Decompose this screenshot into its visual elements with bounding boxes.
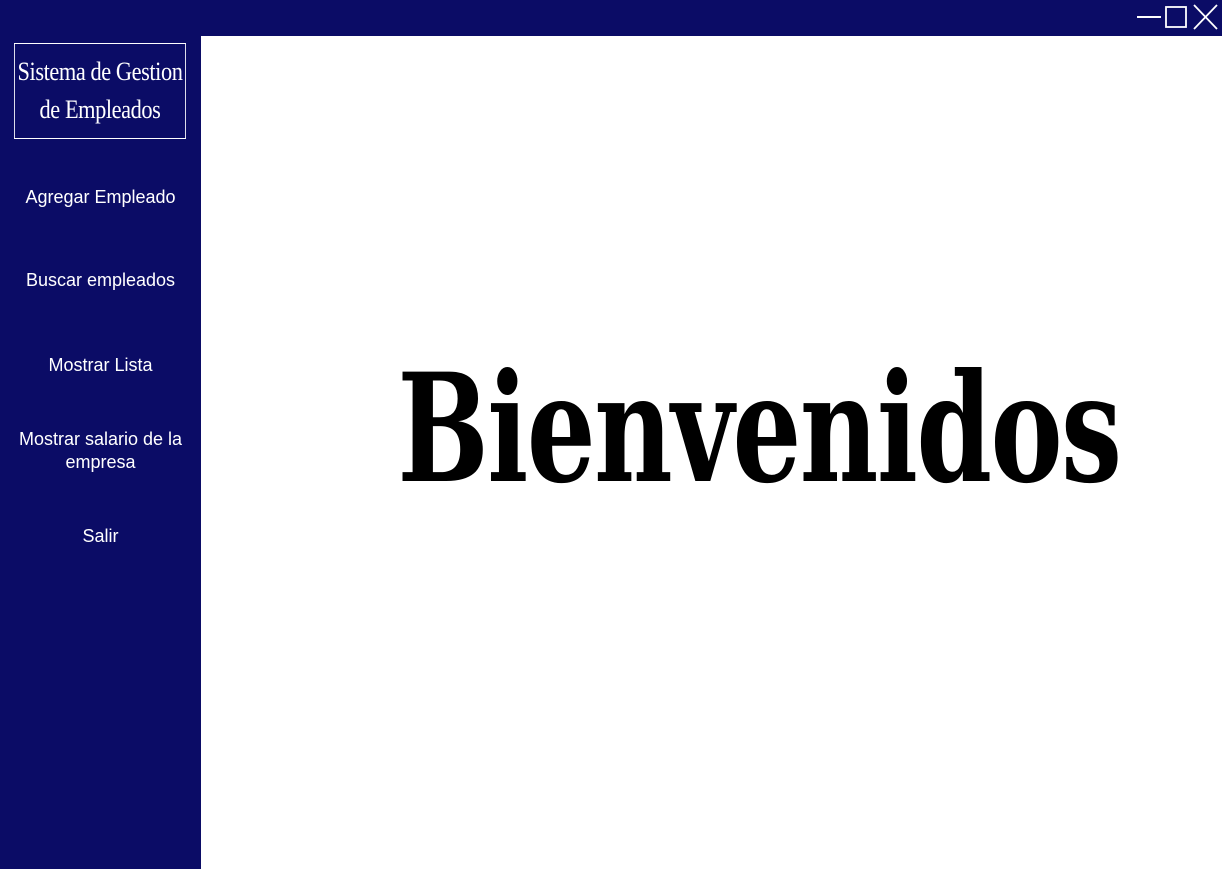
window-controls (1134, 0, 1222, 36)
welcome-heading: Bienvenidos (397, 341, 1122, 517)
close-icon[interactable] (1190, 0, 1222, 34)
maximize-icon[interactable] (1164, 0, 1190, 34)
brand-title: Sistema de Gestion de Empleados (17, 57, 183, 124)
sidebar-item-salir[interactable]: Salir (0, 525, 201, 548)
title-bar (0, 0, 1222, 36)
sidebar: Sistema de Gestion de Empleados Agregar … (0, 36, 201, 869)
sidebar-item-mostrar-salario[interactable]: Mostrar salario de la empresa (0, 428, 201, 474)
sidebar-item-buscar-empleados[interactable]: Buscar empleados (0, 269, 201, 292)
minimize-icon[interactable] (1134, 0, 1164, 34)
main-panel: Bienvenidos (201, 36, 1222, 869)
sidebar-item-agregar-empleado[interactable]: Agregar Empleado (0, 186, 201, 209)
brand-title-box: Sistema de Gestion de Empleados (14, 43, 186, 139)
sidebar-item-mostrar-lista[interactable]: Mostrar Lista (0, 354, 201, 377)
